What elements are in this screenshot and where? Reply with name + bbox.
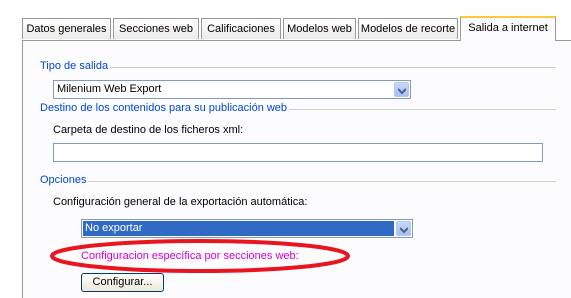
configurar-button[interactable]: Configurar... [81,273,164,292]
config-general-label: Configuración general de la exportación … [53,196,308,208]
chevron-down-icon[interactable] [394,82,409,97]
config-especifica-label: Configuracion específica por secciones w… [81,250,299,262]
group-divider [40,67,556,68]
config-general-value: No exportar [85,222,143,234]
tab-modelos-web[interactable]: Modelos web [283,18,356,39]
chevron-down-icon[interactable] [396,221,411,236]
group-label-destino: Destino de los contenidos para su public… [40,102,290,114]
group-label-opciones: Opciones [40,174,89,186]
tipo-salida-value: Milenium Web Export [57,83,162,95]
tab-modelos-recorte[interactable]: Modelos de recorte [358,18,458,39]
tab-salida-internet[interactable]: Salida a internet [460,16,556,41]
group-divider [40,181,556,182]
tipo-salida-select[interactable]: Milenium Web Export [53,80,411,99]
folder-label: Carpeta de destino de los ficheros xml: [53,124,244,136]
tab-calificaciones[interactable]: Calificaciones [201,18,281,39]
tab-secciones-web[interactable]: Secciones web [113,18,199,39]
group-label-tipo-salida: Tipo de salida [40,60,111,72]
folder-input[interactable] [53,143,543,162]
tab-datos-generales[interactable]: Datos generales [22,18,111,39]
